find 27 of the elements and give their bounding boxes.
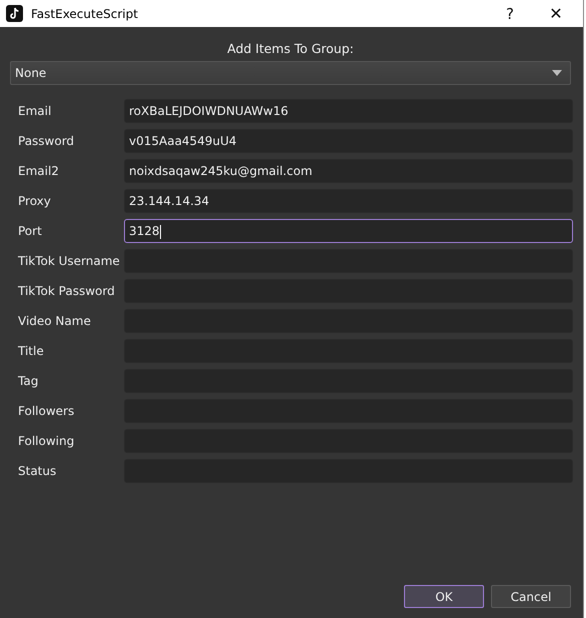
close-button[interactable]: ✕ [533, 0, 579, 27]
input-field[interactable]: 23.144.14.34 [124, 189, 573, 213]
field-label: Email [18, 103, 52, 120]
field-label: Tag [18, 373, 40, 390]
input-field[interactable]: roXBaLEJDOIWDNUAWw16 [124, 99, 573, 123]
ok-button[interactable]: OK [404, 585, 484, 608]
field-label: TikTok Password [18, 283, 116, 300]
input-field[interactable]: noixdsaqaw245ku@gmail.com [124, 159, 573, 183]
field-label: Followers [18, 403, 76, 420]
field-label: TikTok Username [18, 253, 121, 270]
input-field[interactable]: 3128 [124, 219, 573, 243]
field-label: Email2 [18, 163, 60, 180]
group-label: Add Items To Group: [226, 40, 355, 58]
field-label: Video Name [18, 313, 92, 330]
field-label: Title [18, 343, 45, 360]
help-button[interactable]: ? [487, 0, 533, 27]
field-label: Status [18, 463, 58, 480]
field-label: Password [18, 133, 76, 150]
field-label: Proxy [18, 193, 52, 210]
cancel-button[interactable]: Cancel [491, 585, 571, 608]
window-title: FastExecuteScript [31, 6, 138, 20]
caret-icon [552, 70, 562, 76]
music-note-icon [6, 5, 23, 22]
field-label: Port [18, 223, 43, 240]
group-dropdown[interactable]: None [10, 61, 571, 85]
field-label: Following [18, 433, 76, 450]
input-field[interactable]: v015Aaa4549uU4 [124, 129, 573, 153]
